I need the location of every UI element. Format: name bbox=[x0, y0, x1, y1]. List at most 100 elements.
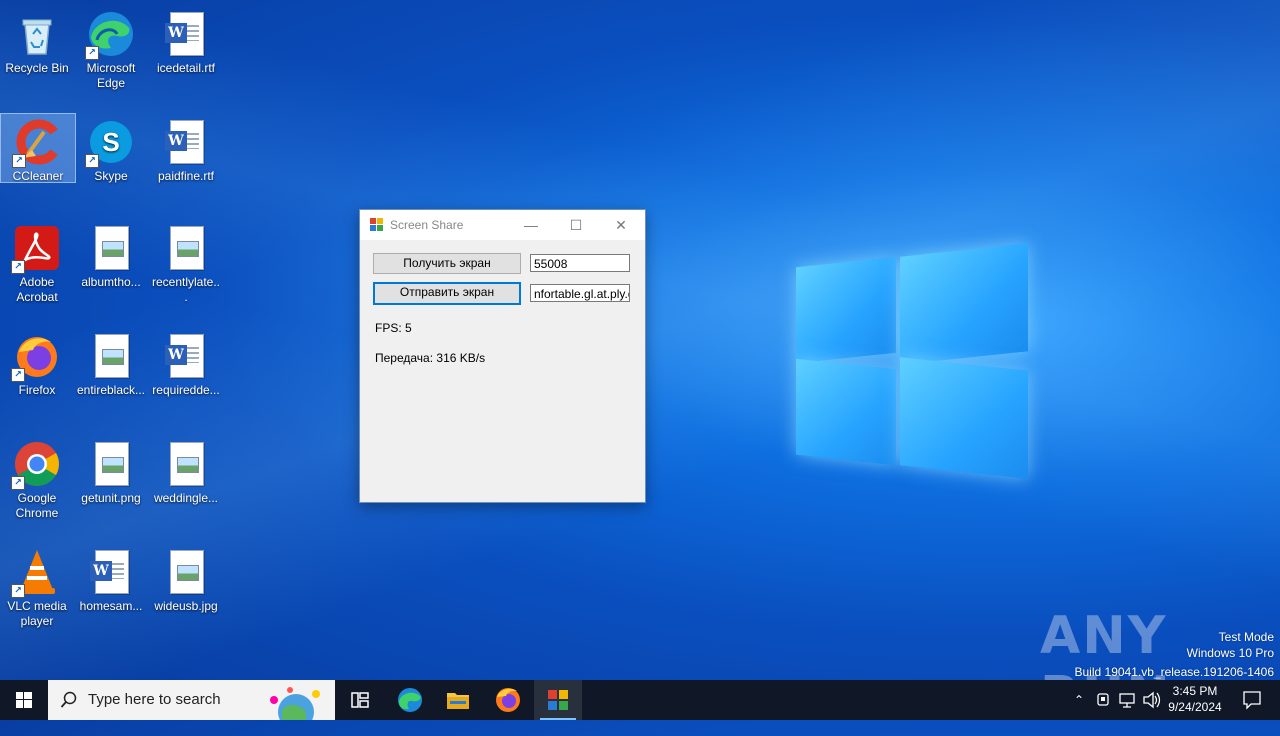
image-file-icon bbox=[87, 332, 135, 380]
shortcut-arrow-icon: ↗ bbox=[11, 476, 25, 490]
desktop-icon-microsoft-edge[interactable]: ↗ Microsoft Edge bbox=[74, 6, 148, 91]
desktop-icon-label: CCleaner bbox=[12, 169, 64, 183]
desktop-icon-wideusb[interactable]: wideusb.jpg bbox=[149, 544, 223, 614]
build-text: Build 19041.vb_release.191206-1406 bbox=[1074, 665, 1275, 679]
desktop-icon-vlc[interactable]: ↗ VLC media player bbox=[0, 544, 74, 629]
desktop-icon-label: Microsoft Edge bbox=[86, 61, 136, 90]
taskbar-firefox[interactable] bbox=[484, 680, 532, 720]
show-hidden-icons-button[interactable]: ⌃ bbox=[1068, 680, 1090, 720]
windows-logo-wallpaper bbox=[796, 240, 1028, 480]
desktop-icon-icedetail[interactable]: W icedetail.rtf bbox=[149, 6, 223, 76]
transfer-rate-label: Передача: 316 KB/s bbox=[375, 351, 486, 365]
desktop-icon-google-chrome[interactable]: ↗ Google Chrome bbox=[0, 436, 74, 521]
chrome-icon: ↗ bbox=[11, 440, 61, 490]
maximize-button[interactable]: ☐ bbox=[553, 210, 599, 240]
desktop-icon-adobe-acrobat[interactable]: ↗ Adobe Acrobat bbox=[0, 220, 74, 305]
svg-text:S: S bbox=[102, 127, 119, 157]
fps-label: FPS: 5 bbox=[375, 321, 412, 335]
desktop-icon-ccleaner[interactable]: ↗ CCleaner bbox=[0, 113, 76, 183]
action-center-button[interactable] bbox=[1232, 680, 1272, 720]
word-document-icon: W bbox=[162, 332, 210, 380]
firefox-icon bbox=[496, 688, 520, 712]
shortcut-arrow-icon: ↗ bbox=[85, 154, 99, 168]
desktop-icon-label: weddingle... bbox=[153, 491, 219, 505]
desktop-icon-label: wideusb.jpg bbox=[154, 599, 218, 613]
desktop-icon-skype[interactable]: S ↗ Skype bbox=[74, 114, 148, 184]
desktop-icon-label: paidfine.rtf bbox=[157, 169, 215, 183]
shortcut-arrow-icon: ↗ bbox=[11, 584, 25, 598]
desktop-icon-label: Google Chrome bbox=[15, 491, 59, 520]
tray-device-icon[interactable] bbox=[1092, 680, 1114, 720]
minimize-icon: — bbox=[524, 217, 538, 233]
start-button[interactable] bbox=[0, 680, 48, 720]
desktop-icon-label: getunit.png bbox=[81, 491, 141, 505]
window-title: Screen Share bbox=[390, 218, 464, 232]
desktop-icon-label: requiredde... bbox=[152, 383, 220, 397]
ccleaner-icon: ↗ bbox=[12, 118, 62, 168]
acrobat-icon: ↗ bbox=[11, 224, 61, 274]
desktop-icon-getunit[interactable]: getunit.png bbox=[74, 436, 148, 506]
taskbar-search-box[interactable]: Type here to search bbox=[48, 680, 335, 720]
app-icon bbox=[370, 218, 383, 231]
minimize-button[interactable]: — bbox=[508, 210, 554, 240]
shortcut-arrow-icon: ↗ bbox=[11, 368, 25, 382]
desktop-icon-label: homesam... bbox=[79, 599, 143, 613]
windows-edition-text: Windows 10 Pro bbox=[1186, 646, 1274, 660]
image-file-icon bbox=[162, 440, 210, 488]
clock-time: 3:45 PM bbox=[1172, 684, 1218, 698]
taskbar-edge[interactable] bbox=[386, 680, 434, 720]
task-view-icon bbox=[351, 692, 369, 708]
word-document-icon: W bbox=[87, 548, 135, 596]
window-titlebar[interactable]: Screen Share — ☐ ✕ bbox=[360, 210, 645, 240]
port-field[interactable]: 55008 bbox=[530, 254, 630, 272]
close-icon: ✕ bbox=[615, 217, 627, 233]
search-highlight-icon bbox=[270, 687, 320, 720]
volume-icon bbox=[1143, 691, 1161, 709]
edge-icon bbox=[398, 688, 422, 712]
desktop-icon-homesam[interactable]: W homesam... bbox=[74, 544, 148, 614]
tray-volume-button[interactable] bbox=[1140, 680, 1162, 720]
close-button[interactable]: ✕ bbox=[598, 210, 644, 240]
get-screen-button[interactable]: Получить экран bbox=[373, 253, 521, 274]
test-mode-text: Test Mode bbox=[1218, 630, 1274, 644]
notification-icon bbox=[1243, 691, 1261, 710]
search-placeholder: Type here to search bbox=[88, 691, 221, 708]
desktop-icon-recycle-bin[interactable]: Recycle Bin bbox=[0, 6, 74, 76]
firefox-icon: ↗ bbox=[11, 332, 61, 382]
task-view-button[interactable] bbox=[336, 680, 384, 720]
word-document-icon: W bbox=[162, 118, 210, 166]
edge-icon: ↗ bbox=[85, 10, 135, 60]
taskbar-screen-share[interactable] bbox=[534, 680, 582, 720]
host-field[interactable]: nfortable.gl.at.ply.gg bbox=[530, 284, 630, 302]
desktop-icon-label: Adobe Acrobat bbox=[16, 275, 58, 304]
shortcut-arrow-icon: ↗ bbox=[11, 260, 25, 274]
desktop-icon-albumtho[interactable]: albumtho... bbox=[74, 220, 148, 290]
desktop-icon-label: Skype bbox=[94, 169, 128, 183]
windows-start-icon bbox=[16, 692, 32, 708]
desktop-icon-label: icedetail.rtf bbox=[156, 61, 216, 75]
desktop-icon-label: Recycle Bin bbox=[5, 61, 69, 75]
taskbar-file-explorer[interactable] bbox=[434, 680, 482, 720]
vlc-icon: ↗ bbox=[11, 548, 61, 598]
network-icon bbox=[1119, 693, 1135, 708]
clock-date: 9/24/2024 bbox=[1168, 700, 1222, 714]
desktop-icon-label: recentlylate... bbox=[151, 275, 221, 304]
image-file-icon bbox=[87, 440, 135, 488]
shortcut-arrow-icon: ↗ bbox=[12, 154, 26, 168]
image-file-icon bbox=[162, 548, 210, 596]
chevron-up-icon: ⌃ bbox=[1073, 693, 1085, 707]
screen-share-app-icon bbox=[548, 690, 568, 710]
desktop-icon-firefox[interactable]: ↗ Firefox bbox=[0, 328, 74, 398]
desktop-icon-entireblack[interactable]: entireblack... bbox=[74, 328, 148, 398]
desktop-icon-paidfine[interactable]: W paidfine.rtf bbox=[149, 114, 223, 184]
tray-network-button[interactable] bbox=[1116, 680, 1138, 720]
desktop-icon-weddingle[interactable]: weddingle... bbox=[149, 436, 223, 506]
tray-clock[interactable]: 3:45 PM 9/24/2024 bbox=[1164, 680, 1226, 720]
desktop-icon-requiredde[interactable]: W requiredde... bbox=[149, 328, 223, 398]
recycle-bin-icon bbox=[13, 10, 61, 58]
desktop-icon-label: entireblack... bbox=[76, 383, 146, 397]
desktop-icon-label: VLC media player bbox=[7, 599, 67, 628]
send-screen-button[interactable]: Отправить экран bbox=[373, 282, 521, 305]
usb-device-icon bbox=[1097, 693, 1109, 706]
desktop-icon-recentlylate[interactable]: recentlylate... bbox=[149, 220, 223, 305]
